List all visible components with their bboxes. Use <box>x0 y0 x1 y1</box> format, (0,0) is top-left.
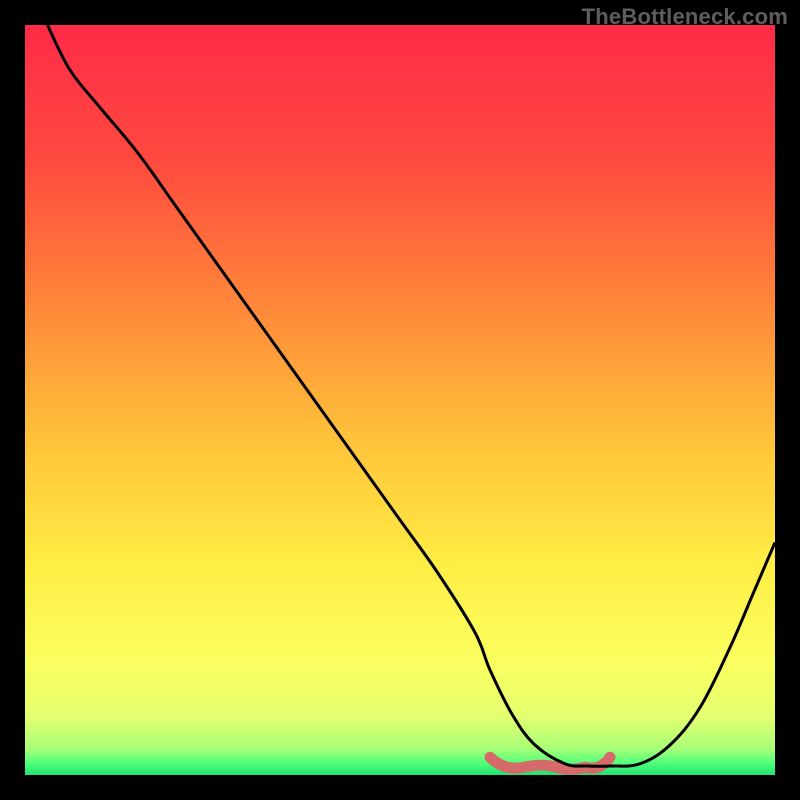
plot-area <box>25 25 775 775</box>
watermark-text: TheBottleneck.com <box>582 4 788 30</box>
bottleneck-curve <box>48 25 776 766</box>
chart-container: TheBottleneck.com <box>0 0 800 800</box>
curve-layer <box>25 25 775 775</box>
